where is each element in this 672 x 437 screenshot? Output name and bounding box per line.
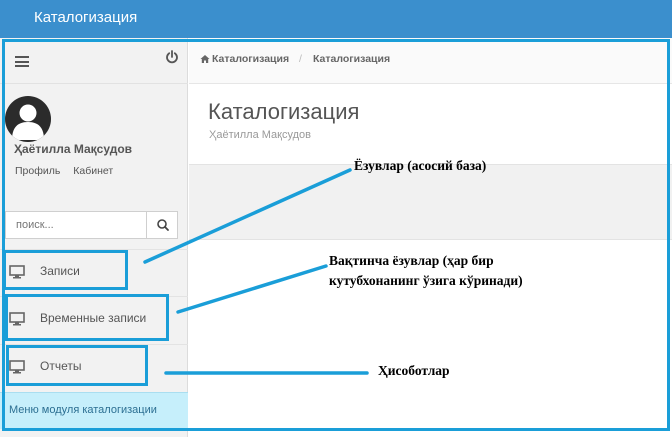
sidebar-footer-text: Меню модуля каталогизации — [9, 404, 157, 416]
highlight-box-temporary-records — [5, 294, 169, 341]
app-title: Каталогизация — [34, 9, 138, 26]
cabinet-link[interactable]: Кабинет — [73, 165, 113, 177]
avatar — [5, 96, 51, 142]
screen: Каталогизация Ҳаётилла Мақсудов Профиль … — [0, 0, 672, 437]
hamburger-menu-icon[interactable] — [15, 56, 29, 67]
highlight-box-reports — [6, 345, 148, 386]
page-subtitle: Ҳаётилла Мақсудов — [209, 129, 311, 141]
breadcrumb-current: Каталогизация — [313, 53, 391, 65]
home-icon — [200, 55, 210, 63]
breadcrumb-link-cataloging[interactable]: Каталогизация — [212, 53, 289, 65]
breadcrumb: Каталогизация / Каталогизация — [189, 38, 672, 84]
annotation-note-records: Ёзувлар (асосий база) — [354, 158, 487, 173]
profile-link[interactable]: Профиль — [15, 165, 60, 177]
user-silhouette-icon — [12, 104, 44, 140]
page-title: Каталогизация — [208, 99, 360, 124]
sidebar-toolbar — [0, 38, 188, 84]
annotation-note-reports: Ҳисоботлар — [378, 363, 450, 378]
power-icon[interactable] — [165, 50, 179, 64]
annotation-note-temporary-records: Вақтинча ёзувлар (ҳар бир кутубхонанинг … — [329, 253, 523, 288]
sidebar-footer: Меню модуля каталогизации — [0, 392, 188, 429]
search-input[interactable] — [6, 212, 146, 238]
user-name: Ҳаётилла Мақсудов — [14, 142, 133, 156]
user-links: Профиль Кабинет — [15, 165, 123, 177]
search-box — [5, 211, 178, 239]
highlight-box-records — [3, 250, 128, 290]
search-icon — [157, 219, 169, 231]
breadcrumb-separator: / — [299, 53, 302, 65]
top-bar: Каталогизация — [0, 0, 672, 38]
search-button[interactable] — [146, 212, 178, 238]
